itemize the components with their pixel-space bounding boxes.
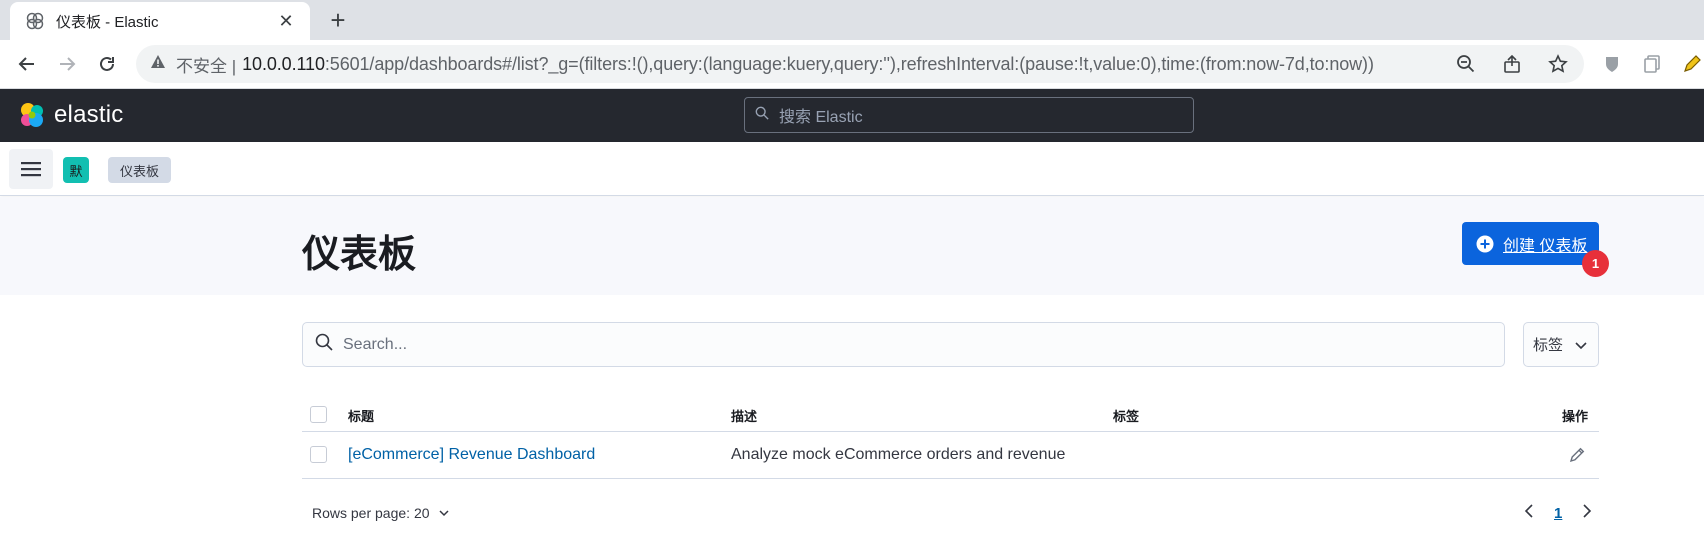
search-icon (755, 106, 769, 125)
chevron-down-icon (439, 510, 449, 517)
pagination: 1 (1522, 503, 1594, 524)
table-row: [eCommerce] Revenue Dashboard Analyze mo… (302, 432, 1599, 479)
browser-tabstrip: 仪表板 - Elastic ✕ + (0, 0, 1704, 40)
back-arrow-icon[interactable] (13, 50, 41, 78)
page-number-button[interactable]: 1 (1548, 505, 1568, 522)
rows-per-page-button[interactable]: Rows per page: 20 (312, 505, 450, 521)
menu-toggle-button[interactable] (9, 149, 53, 189)
previous-page-icon[interactable] (1522, 503, 1536, 524)
select-all-checkbox[interactable] (310, 406, 327, 423)
address-bar[interactable]: 不安全 | 10.0.0.110:5601/app/dashboards#/li… (136, 45, 1584, 83)
global-search-field[interactable]: 搜索 Elastic (744, 97, 1194, 133)
share-icon[interactable] (1498, 50, 1526, 78)
breadcrumb-dashboards[interactable]: 仪表板 (108, 157, 172, 183)
column-header-title[interactable]: 标题 (348, 406, 374, 425)
global-search-placeholder: 搜索 Elastic (779, 109, 863, 126)
next-page-icon[interactable] (1580, 503, 1594, 524)
row-checkbox[interactable] (310, 446, 327, 463)
browser-tab[interactable]: 仪表板 - Elastic ✕ (10, 2, 310, 40)
rows-per-page-label: Rows per page: 20 (312, 505, 430, 521)
security-label[interactable]: 不安全 | (176, 52, 236, 77)
dashboard-search-field[interactable] (302, 322, 1505, 367)
close-tab-icon[interactable]: ✕ (276, 11, 296, 32)
zoom-out-icon[interactable] (1452, 50, 1480, 78)
search-icon (315, 333, 333, 356)
pencil-extension-icon[interactable] (1678, 50, 1704, 78)
elastic-cluster-icon (21, 103, 43, 127)
browser-tab-title: 仪表板 - Elastic (56, 13, 159, 31)
copy-extension-icon[interactable] (1638, 50, 1666, 78)
browser-toolbar: 不安全 | 10.0.0.110:5601/app/dashboards#/li… (0, 40, 1704, 89)
elastic-header: elastic 搜索 Elastic (0, 89, 1704, 142)
edit-pencil-icon[interactable] (1568, 446, 1588, 466)
table-header: 标题 描述 标签 操作 (302, 397, 1599, 432)
warning-icon[interactable] (150, 54, 166, 75)
hamburger-icon (21, 162, 41, 177)
column-header-description[interactable]: 描述 (731, 406, 757, 425)
elastic-wordmark: elastic (54, 101, 124, 128)
column-header-tags[interactable]: 标签 (1113, 406, 1139, 425)
page-header: 仪表板 创建 仪表板 1 (0, 197, 1704, 295)
dashboard-description: Analyze mock eCommerce orders and revenu… (731, 446, 1066, 463)
notification-badge: 1 (1582, 250, 1609, 277)
elastic-logo[interactable]: elastic (18, 101, 123, 129)
elastic-favicon-icon (24, 10, 46, 32)
column-header-actions: 操作 (1562, 409, 1589, 424)
create-dashboard-button[interactable]: 创建 仪表板 (1462, 222, 1599, 265)
tags-filter-label: 标签 (1533, 337, 1564, 354)
breadcrumb-bar: 默 仪表板 (0, 142, 1704, 196)
plus-circle-icon (1476, 235, 1494, 252)
reload-icon[interactable] (93, 50, 121, 78)
shield-extension-icon[interactable] (1598, 50, 1626, 78)
new-tab-button[interactable]: + (324, 6, 352, 34)
url-text[interactable]: 10.0.0.110:5601/app/dashboards#/list?_g=… (242, 54, 1374, 75)
create-dashboard-label: 创建 仪表板 (1503, 237, 1588, 255)
forward-arrow-icon[interactable] (53, 50, 81, 78)
bookmark-star-icon[interactable] (1544, 50, 1572, 78)
dashboard-title-link[interactable]: [eCommerce] Revenue Dashboard (348, 446, 595, 464)
tags-filter-button[interactable]: 标签 (1523, 322, 1599, 367)
space-avatar[interactable]: 默 (63, 157, 89, 183)
search-input[interactable] (343, 335, 1443, 354)
page-title: 仪表板 (302, 234, 417, 276)
chevron-down-icon (1575, 341, 1587, 349)
